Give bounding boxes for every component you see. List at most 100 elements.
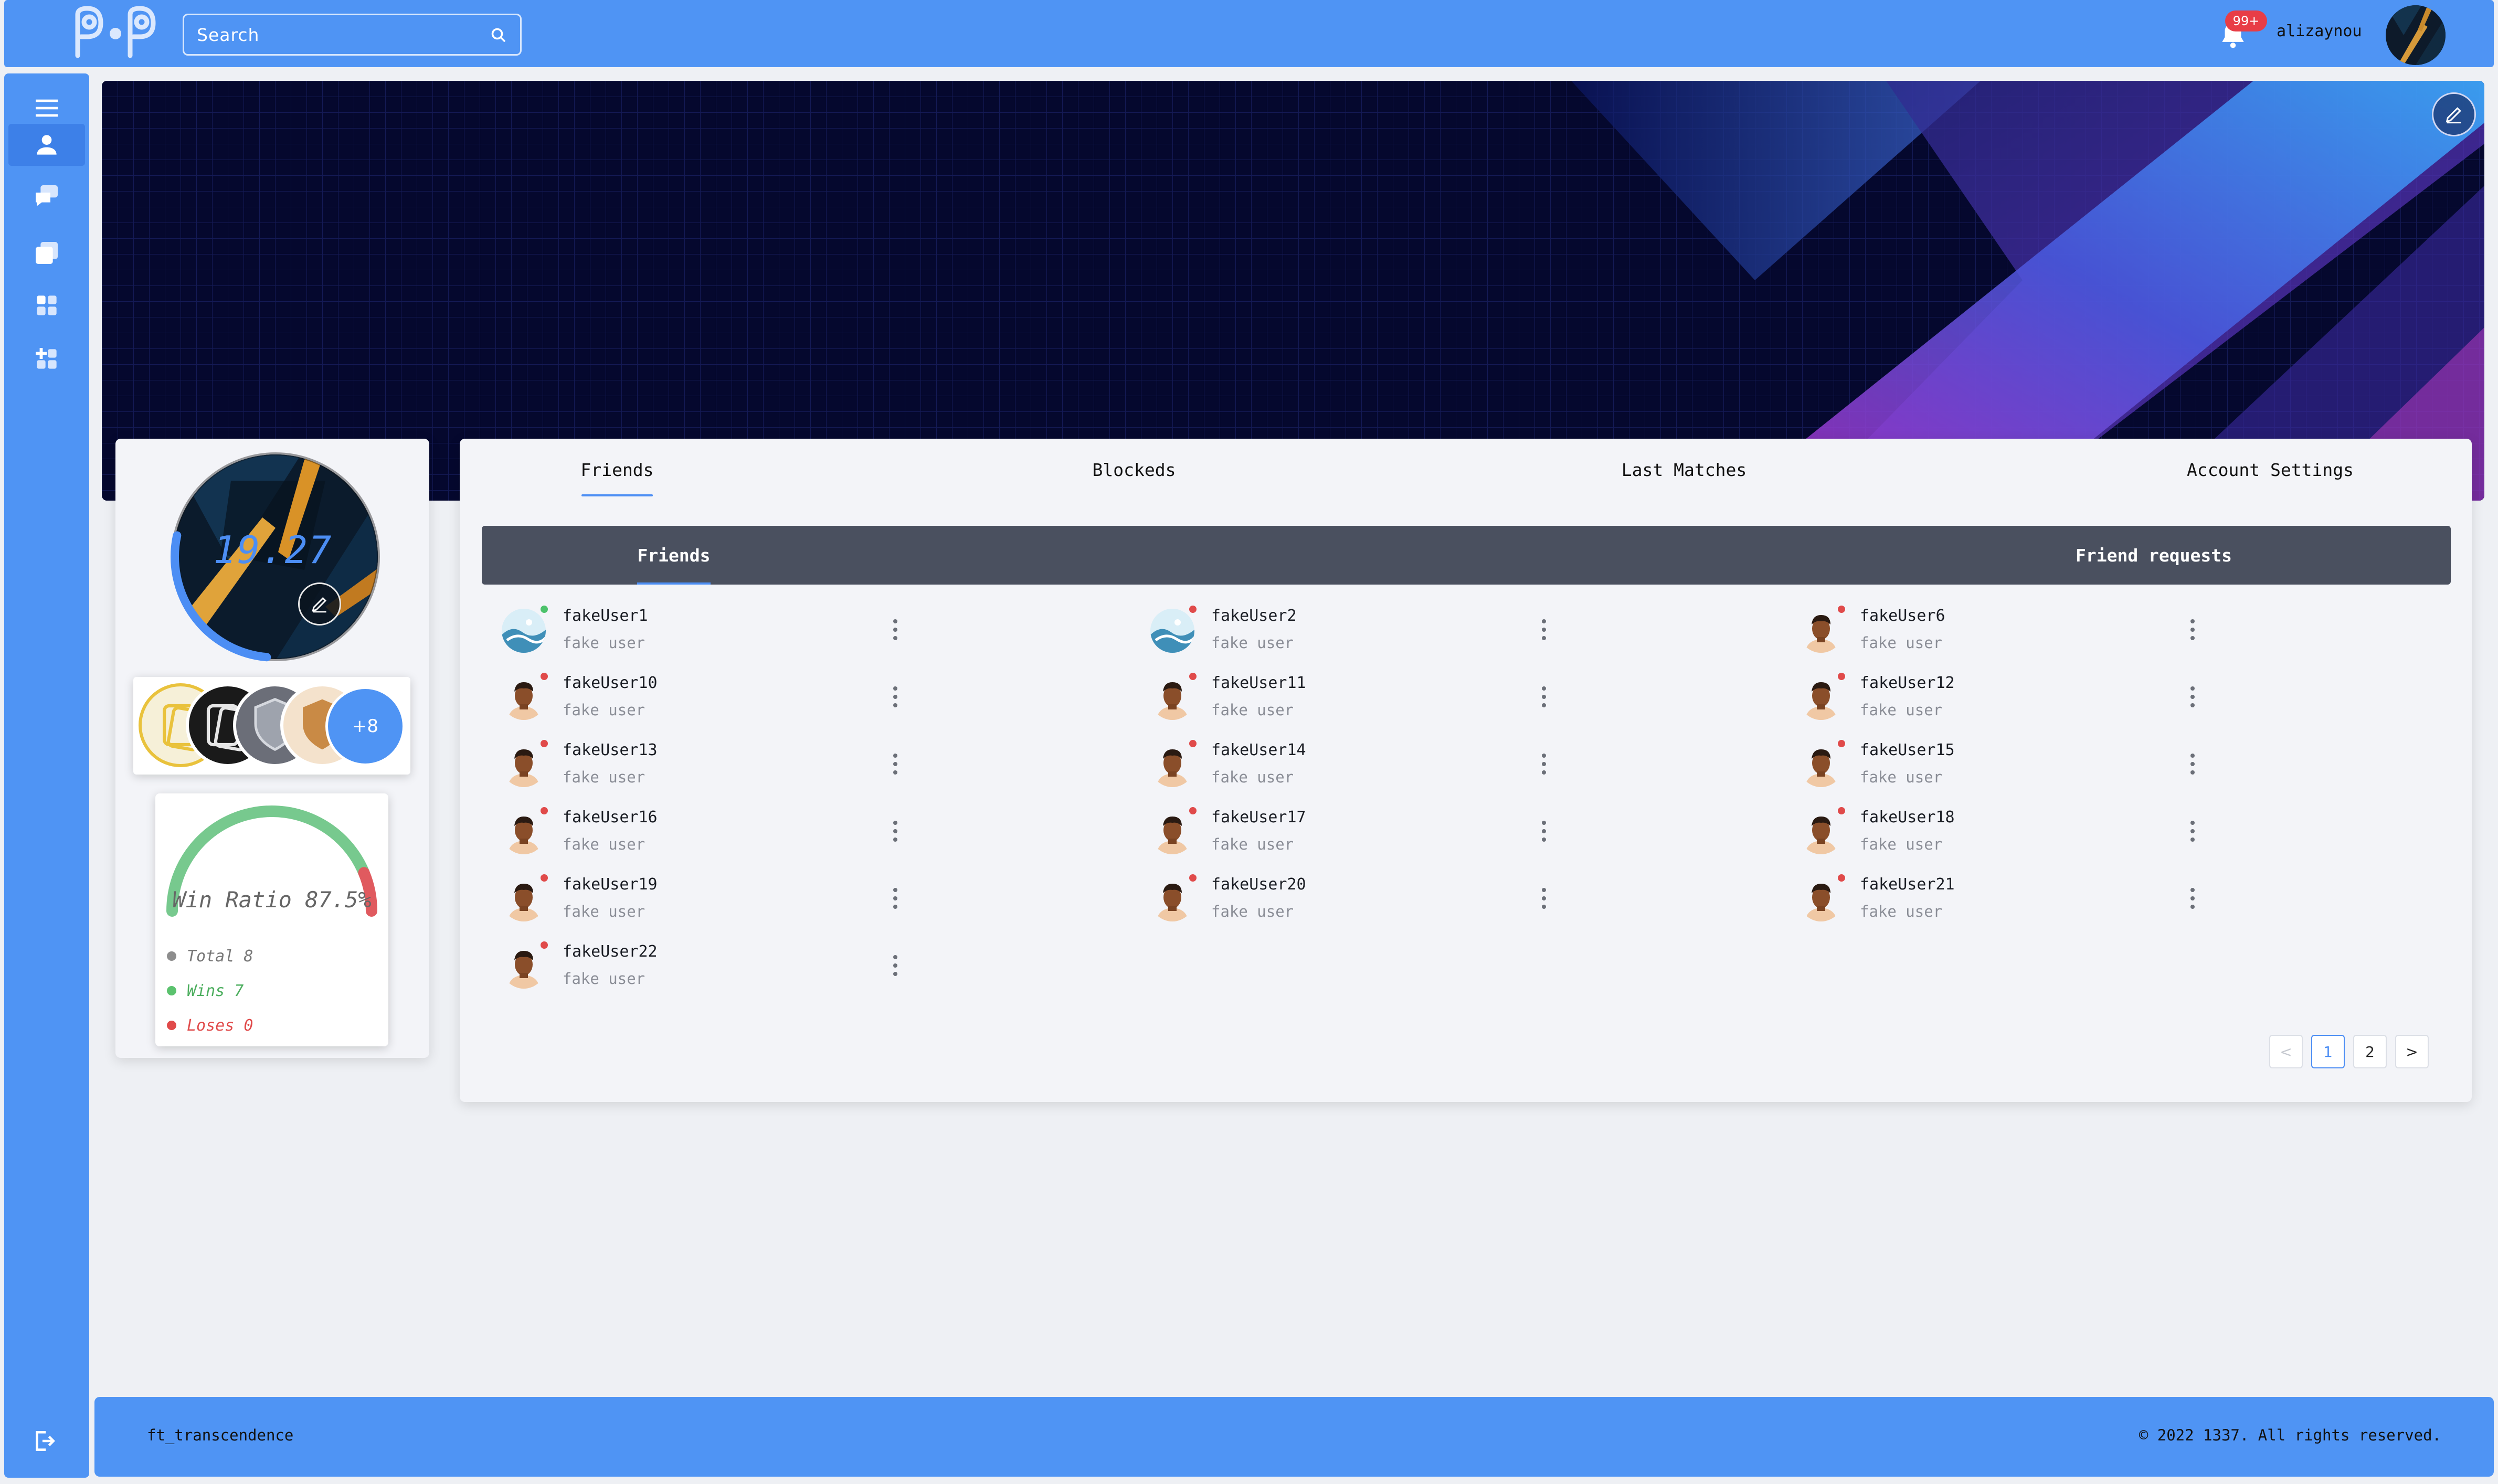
friend-list-item[interactable]: fakeUser14 fake user: [1150, 740, 1796, 804]
friend-avatar[interactable]: [1150, 743, 1194, 787]
friend-name[interactable]: fakeUser21: [1860, 875, 1955, 894]
sidebar-item-chat[interactable]: [8, 175, 85, 217]
friend-name[interactable]: fakeUser22: [563, 942, 658, 961]
search-box[interactable]: Search: [183, 14, 522, 56]
friend-name[interactable]: fakeUser18: [1860, 808, 1955, 826]
more-options-icon[interactable]: [885, 613, 906, 646]
user-avatar[interactable]: [2386, 5, 2446, 65]
more-options-icon[interactable]: [1533, 814, 1554, 848]
tab-account-settings[interactable]: Account Settings: [2186, 460, 2354, 496]
edit-banner-button[interactable]: [2432, 92, 2476, 136]
total-dot: [167, 951, 176, 961]
sidebar-item-add-apps[interactable]: [8, 338, 85, 380]
more-options-icon[interactable]: [2182, 680, 2203, 714]
friend-list-item[interactable]: fakeUser11 fake user: [1150, 673, 1796, 737]
page-1-button[interactable]: 1: [2311, 1035, 2345, 1068]
friend-subtitle: fake user: [563, 634, 645, 652]
friend-list-item[interactable]: fakeUser12 fake user: [1799, 673, 2444, 737]
friend-name[interactable]: fakeUser13: [563, 741, 658, 759]
sidebar-item-profile[interactable]: [8, 124, 85, 166]
friend-name[interactable]: fakeUser15: [1860, 741, 1955, 759]
more-options-icon[interactable]: [1533, 747, 1554, 781]
friend-list-item[interactable]: fakeUser17 fake user: [1150, 807, 1796, 871]
more-options-icon[interactable]: [885, 814, 906, 848]
friend-list-item[interactable]: fakeUser13 fake user: [502, 740, 1147, 804]
more-options-icon[interactable]: [2182, 747, 2203, 781]
subtab-friend-requests[interactable]: Friend requests: [2075, 526, 2232, 585]
friend-subtitle: fake user: [1211, 701, 1294, 719]
edit-avatar-button[interactable]: [298, 582, 341, 626]
friend-avatar[interactable]: [1799, 877, 1843, 921]
username[interactable]: alizaynou: [2277, 22, 2362, 40]
prev-page-button[interactable]: <: [2269, 1035, 2303, 1068]
friend-list-item[interactable]: fakeUser20 fake user: [1150, 874, 1796, 938]
next-page-button[interactable]: >: [2395, 1035, 2429, 1068]
friend-name[interactable]: fakeUser2: [1211, 607, 1297, 625]
friend-list-item[interactable]: fakeUser22 fake user: [502, 941, 1147, 1005]
friend-subtitle: fake user: [1860, 701, 1943, 719]
friend-avatar[interactable]: [502, 676, 546, 720]
friend-name[interactable]: fakeUser14: [1211, 741, 1306, 759]
search-input[interactable]: Search: [197, 25, 489, 45]
friend-list-item[interactable]: fakeUser1 fake user: [502, 606, 1147, 670]
app-logo[interactable]: [63, 3, 163, 63]
tab-blockeds[interactable]: Blockeds: [1089, 460, 1179, 496]
logout-icon[interactable]: [30, 1427, 57, 1455]
friend-list-item[interactable]: fakeUser21 fake user: [1799, 874, 2444, 938]
friend-name[interactable]: fakeUser19: [563, 875, 658, 894]
friend-list-item[interactable]: fakeUser10 fake user: [502, 673, 1147, 737]
friend-avatar[interactable]: [1150, 877, 1194, 921]
friend-name[interactable]: fakeUser6: [1860, 607, 1945, 625]
more-options-icon[interactable]: [1533, 680, 1554, 714]
page-2-button[interactable]: 2: [2353, 1035, 2387, 1068]
friend-avatar[interactable]: [1150, 810, 1194, 854]
sidebar-item-apps[interactable]: [8, 284, 85, 326]
more-options-icon[interactable]: [2182, 613, 2203, 646]
friend-avatar[interactable]: [1799, 743, 1843, 787]
more-options-icon[interactable]: [2182, 814, 2203, 848]
search-icon[interactable]: [489, 25, 507, 44]
friend-name[interactable]: fakeUser12: [1860, 674, 1955, 692]
friend-avatar[interactable]: [1150, 609, 1194, 653]
friend-name[interactable]: fakeUser11: [1211, 674, 1306, 692]
friend-avatar[interactable]: [1799, 810, 1843, 854]
subtab-friends[interactable]: Friends: [637, 526, 711, 585]
friend-name[interactable]: fakeUser20: [1211, 875, 1306, 894]
footer: ft_transcendence © 2022 1337. All rights…: [94, 1397, 2494, 1477]
rooms-icon: [36, 242, 58, 264]
apps-icon: [37, 295, 57, 315]
more-options-icon[interactable]: [885, 680, 906, 714]
friend-list-item[interactable]: fakeUser6 fake user: [1799, 606, 2444, 670]
more-options-icon[interactable]: [885, 882, 906, 915]
friend-avatar[interactable]: [1150, 676, 1194, 720]
friend-subtitle: fake user: [563, 970, 645, 988]
friend-avatar[interactable]: [502, 743, 546, 787]
friend-name[interactable]: fakeUser16: [563, 808, 658, 826]
friend-avatar[interactable]: [502, 609, 546, 653]
friend-name[interactable]: fakeUser1: [563, 607, 648, 625]
tab-last-matches[interactable]: Last Matches: [1618, 460, 1750, 496]
friend-avatar[interactable]: [502, 810, 546, 854]
friend-list-item[interactable]: fakeUser2 fake user: [1150, 606, 1796, 670]
more-options-icon[interactable]: [1533, 882, 1554, 915]
more-options-icon[interactable]: [2182, 882, 2203, 915]
sidebar-menu-toggle[interactable]: [8, 87, 85, 129]
more-achievements-button[interactable]: +8: [325, 686, 405, 766]
friend-list-item[interactable]: fakeUser18 fake user: [1799, 807, 2444, 871]
friend-name[interactable]: fakeUser17: [1211, 808, 1306, 826]
friend-list-item[interactable]: fakeUser16 fake user: [502, 807, 1147, 871]
friend-avatar[interactable]: [1799, 609, 1843, 653]
friend-subtitle: fake user: [1860, 835, 1943, 853]
sidebar-item-rooms[interactable]: [8, 232, 85, 274]
friend-list-item[interactable]: fakeUser15 fake user: [1799, 740, 2444, 804]
status-dot: [1189, 606, 1197, 613]
more-options-icon[interactable]: [885, 949, 906, 982]
friend-avatar[interactable]: [1799, 676, 1843, 720]
friend-avatar[interactable]: [502, 945, 546, 989]
more-options-icon[interactable]: [885, 747, 906, 781]
friend-name[interactable]: fakeUser10: [563, 674, 658, 692]
friend-list-item[interactable]: fakeUser19 fake user: [502, 874, 1147, 938]
more-options-icon[interactable]: [1533, 613, 1554, 646]
friend-avatar[interactable]: [502, 877, 546, 921]
tab-friends[interactable]: Friends: [580, 460, 654, 496]
